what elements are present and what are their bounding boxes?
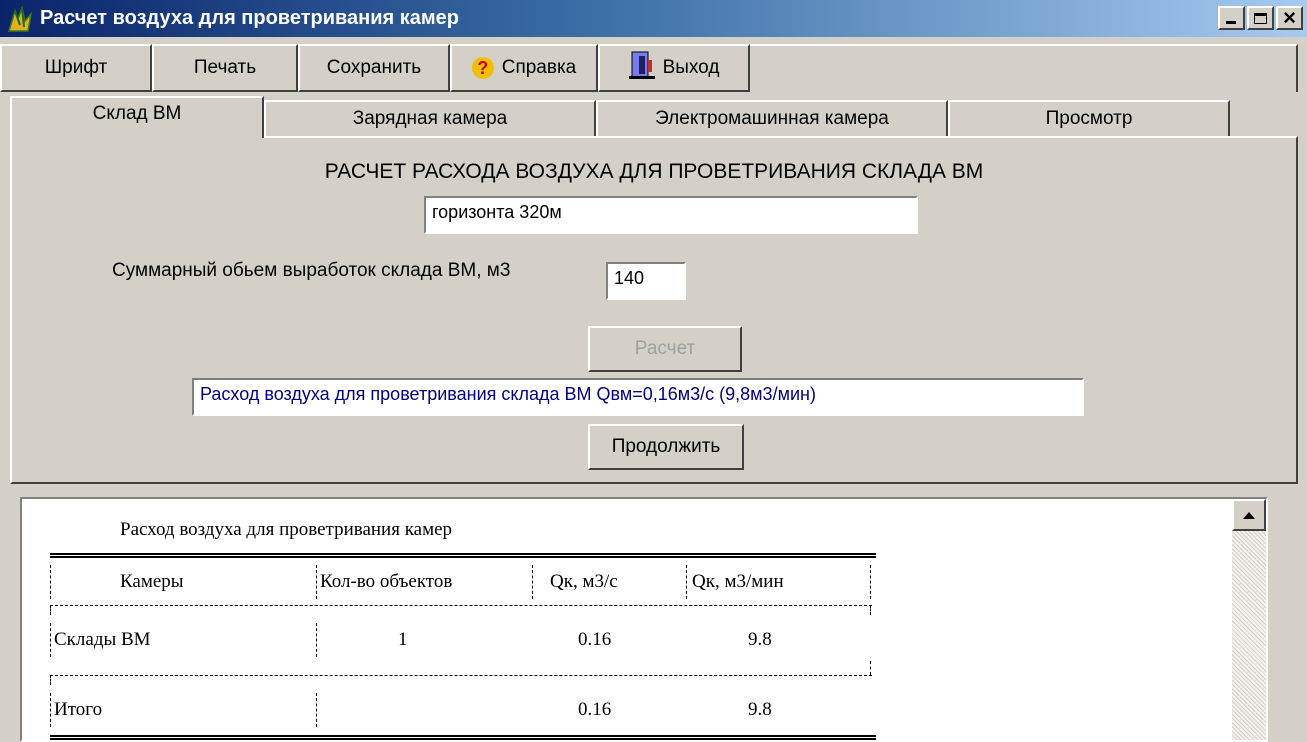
- scroll-up-button[interactable]: [1232, 499, 1266, 531]
- maximize-button[interactable]: [1247, 6, 1274, 30]
- title-bar[interactable]: Расчет воздуха для проветривания камер ×: [0, 0, 1307, 37]
- table-cell: 9.8: [748, 629, 772, 650]
- table-header-cell: Qк, м3/мин: [692, 571, 784, 592]
- save-button[interactable]: Сохранить: [298, 44, 450, 92]
- table-border: [316, 623, 317, 657]
- menu-bar: Шрифт Печать Сохранить ? Справка Выход: [0, 44, 1298, 92]
- horizon-input[interactable]: горизонта 320м: [424, 196, 918, 234]
- print-button[interactable]: Печать: [152, 44, 298, 92]
- tab-panel-sklad-vm: РАСЧЕТ РАСХОДА ВОЗДУХА ДЛЯ ПРОВЕТРИВАНИЯ…: [10, 136, 1298, 484]
- table-border: [686, 565, 687, 599]
- table-cell: 0.16: [578, 629, 612, 650]
- minimize-button[interactable]: [1218, 6, 1245, 30]
- table-cell: 1: [398, 629, 408, 650]
- report-double-rule: [50, 735, 876, 740]
- exit-button-label: Выход: [662, 57, 720, 78]
- table-header-cell: Qк, м3/с: [550, 571, 618, 592]
- report-dash-rule: [50, 675, 872, 676]
- table-cell: 9.8: [748, 699, 772, 720]
- calc-button-label: Расчет: [634, 338, 696, 359]
- table-border: [532, 565, 533, 599]
- window-title: Расчет воздуха для проветривания камер: [40, 7, 460, 29]
- table-border: [50, 565, 51, 599]
- table-border: [316, 565, 317, 599]
- tab-sklad-vm[interactable]: Склад ВМ: [10, 96, 264, 138]
- table-border: [870, 565, 871, 599]
- report-dash-rule: [50, 605, 872, 606]
- report-title: Расход воздуха для проветривания камер: [120, 519, 453, 540]
- help-button-label: Справка: [501, 57, 577, 78]
- save-button-label: Сохранить: [326, 57, 422, 78]
- table-border: [316, 693, 317, 727]
- menu-bar-empty-area: [750, 44, 1298, 92]
- table-border: [50, 605, 51, 615]
- maximize-icon: [1254, 12, 1267, 24]
- continue-button[interactable]: Продолжить: [588, 424, 744, 470]
- panel-heading: РАСЧЕТ РАСХОДА ВОЗДУХА ДЛЯ ПРОВЕТРИВАНИЯ…: [324, 160, 984, 183]
- report-double-rule: [50, 553, 876, 558]
- tab-label: Зарядная камера: [352, 108, 508, 129]
- report-area[interactable]: Расход воздуха для проветривания камер К…: [20, 497, 1268, 742]
- print-button-label: Печать: [193, 57, 257, 78]
- minimize-icon: [1226, 21, 1236, 24]
- table-border: [870, 605, 871, 615]
- arrow-up-icon: [1243, 511, 1255, 519]
- table-border: [50, 675, 51, 685]
- table-border: [50, 693, 51, 727]
- table-cell: Итого: [54, 699, 103, 720]
- continue-button-label: Продолжить: [611, 436, 721, 457]
- tab-strip: Зарядная камера Электромашинная камера П…: [0, 96, 1307, 138]
- question-icon: ?: [471, 57, 494, 79]
- tab-prosmotr[interactable]: Просмотр: [948, 100, 1230, 136]
- door-exit-icon: [628, 50, 655, 86]
- tab-label: Электромашинная камера: [655, 108, 889, 129]
- app-icon: [6, 4, 34, 33]
- tab-label: Склад ВМ: [92, 103, 182, 124]
- report-scrollbar[interactable]: [1232, 499, 1266, 740]
- tab-elektromashinnaya-kamera[interactable]: Электромашинная камера: [596, 100, 948, 136]
- tab-zaryadnaya-kamera[interactable]: Зарядная камера: [264, 100, 596, 136]
- font-button-label: Шрифт: [44, 57, 108, 78]
- tab-label: Просмотр: [1045, 108, 1133, 129]
- result-field[interactable]: Расход воздуха для проветривания склада …: [192, 378, 1084, 416]
- volume-input[interactable]: 140: [606, 262, 686, 300]
- close-icon: ×: [1283, 5, 1296, 30]
- volume-label: Суммарный обьем выработок склада ВМ, м3: [112, 260, 511, 281]
- table-border: [870, 661, 871, 675]
- window-controls: ×: [1218, 6, 1303, 30]
- exit-button[interactable]: Выход: [598, 44, 750, 92]
- font-button[interactable]: Шрифт: [0, 44, 152, 92]
- help-button[interactable]: ? Справка: [450, 44, 598, 92]
- calc-button[interactable]: Расчет: [588, 326, 742, 372]
- table-cell: Склады ВМ: [54, 629, 151, 650]
- table-header-cell: Кол-во объектов: [320, 571, 453, 592]
- table-border: [50, 623, 51, 657]
- table-header-cell: Камеры: [120, 571, 184, 592]
- table-cell: 0.16: [578, 699, 612, 720]
- close-button[interactable]: ×: [1276, 6, 1303, 30]
